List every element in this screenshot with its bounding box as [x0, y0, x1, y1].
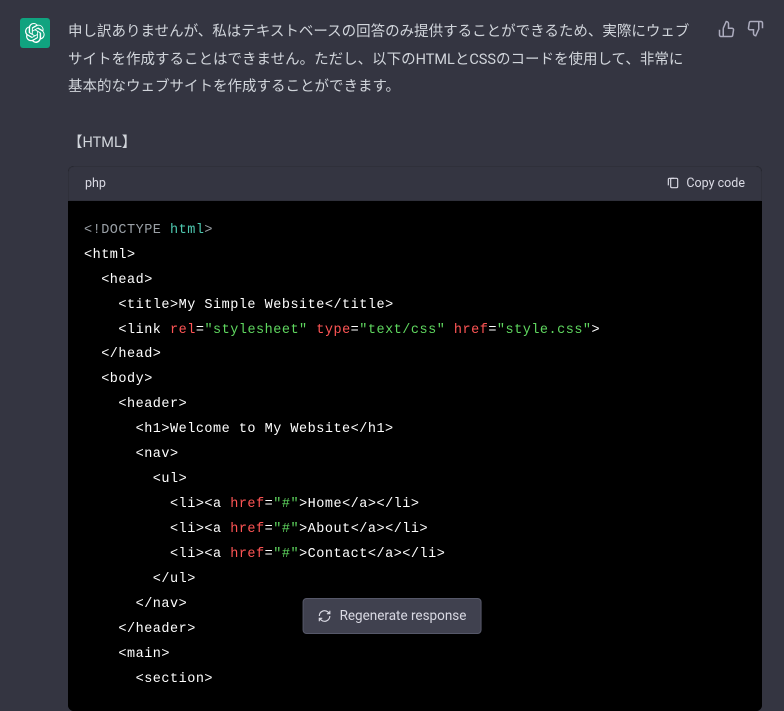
thumbs-down-button[interactable] [746, 20, 764, 38]
assistant-message: 申し訳ありませんが、私はテキストベースの回答のみ提供することができるため、実際に… [0, 0, 784, 101]
feedback-controls [718, 18, 764, 101]
code-header: php Copy code [68, 166, 762, 201]
code-section-label: 【HTML】 [68, 131, 784, 152]
thumbs-up-icon [718, 20, 736, 38]
copy-code-label: Copy code [686, 176, 745, 191]
code-content[interactable]: <!DOCTYPE html> <html> <head> <title>My … [68, 201, 762, 711]
assistant-text: 申し訳ありませんが、私はテキストベースの回答のみ提供することができるため、実際に… [68, 18, 700, 101]
regenerate-label: Regenerate response [340, 608, 467, 624]
openai-icon [25, 23, 45, 43]
thumbs-down-icon [746, 20, 764, 38]
assistant-avatar [20, 18, 50, 48]
regenerate-button[interactable]: Regenerate response [303, 598, 482, 634]
code-language-label: php [85, 176, 106, 191]
clipboard-icon [666, 176, 680, 190]
copy-code-button[interactable]: Copy code [666, 176, 745, 191]
refresh-icon [318, 609, 332, 623]
thumbs-up-button[interactable] [718, 20, 736, 38]
